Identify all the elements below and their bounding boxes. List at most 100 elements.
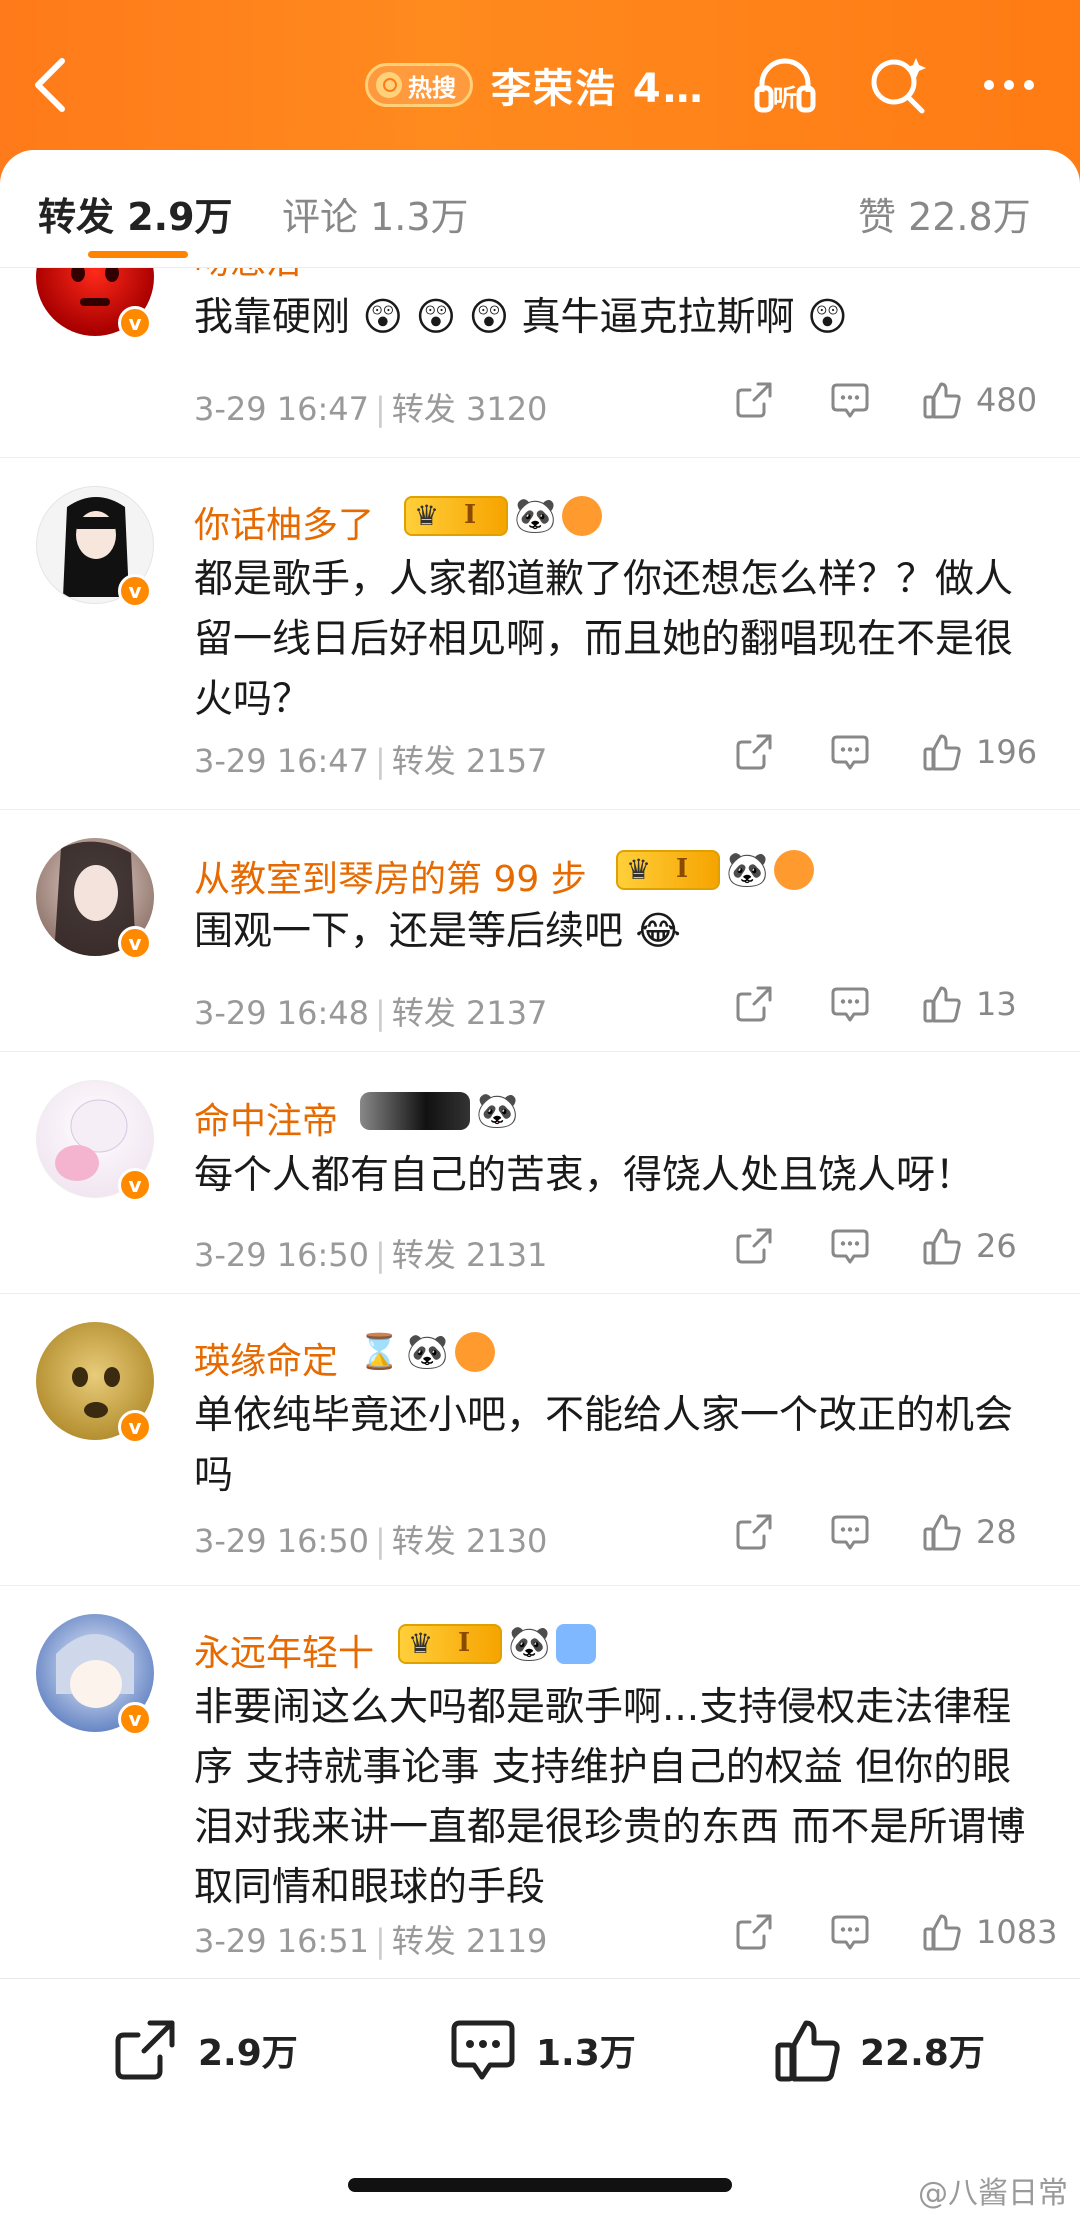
panda-icon: 🐼 (726, 850, 769, 890)
post-meta: 3-29 16:47 | 转发 3120 (194, 390, 548, 428)
like-count: 13 (976, 985, 1017, 1023)
panda-icon: 🐼 (514, 496, 557, 536)
tab-comment[interactable]: 评论 1.3万 (282, 186, 469, 241)
fish-badge-icon (454, 1332, 495, 1372)
vip-crown-badge-icon (398, 1624, 502, 1664)
list-item: v 吻憋治 我靠硬刚 😲 😲 😲 真牛逼克拉斯啊 😲 3-29 16:47|转发… (0, 268, 1080, 458)
hourglass-icon: ⌛ (358, 1332, 401, 1372)
post-meta: 3-29 16:47 | 转发 2157 (194, 742, 548, 780)
repost-count: 转发 2137 (391, 994, 548, 1032)
comment-icon[interactable] (830, 1912, 870, 1956)
share-icon[interactable] (734, 1226, 774, 1270)
fish-badge-icon (562, 496, 603, 536)
share-icon[interactable] (734, 1512, 774, 1556)
comment-text: 每个人都有自己的苦衷，得饶人处且饶人呀！ (194, 1153, 975, 1198)
headphones-listen-icon[interactable]: 听 (752, 52, 818, 118)
comment-icon[interactable] (830, 1512, 870, 1556)
comment-text: 单依纯毕竟还小吧，不能给人家一个改正的机会吗 (194, 1393, 1014, 1498)
dark-wing-badge-icon (360, 1092, 470, 1130)
chevron-left-icon[interactable] (28, 55, 76, 115)
repost-count: 转发 2119 (391, 1922, 548, 1960)
comment-icon[interactable] (830, 380, 870, 424)
user-badges: 🐼 (360, 1092, 518, 1130)
username[interactable]: 永远年轻十 (194, 1624, 374, 1676)
username[interactable]: 吻憋治 (194, 268, 302, 284)
like-count: 26 (976, 1227, 1017, 1265)
timestamp: 3-29 16:47 (194, 742, 370, 780)
like-action[interactable]: 28 (922, 1512, 1017, 1552)
post-meta: 3-29 16:50 | 转发 2130 (194, 1522, 548, 1560)
repost-count: 转发 2131 (391, 1236, 548, 1274)
like-button[interactable]: 22.8万 (772, 2015, 985, 2085)
repost-count: 转发 3120 (391, 390, 548, 428)
comment-text: 围观一下，还是等后续吧 😂 (194, 909, 681, 954)
search-sparkle-icon[interactable] (866, 52, 932, 118)
comment-button[interactable]: 1.3万 (448, 2015, 636, 2085)
share-icon[interactable] (734, 732, 774, 776)
like-count: 22.8万 (860, 2033, 985, 2074)
user-badges: 🐼 (398, 1624, 597, 1664)
timestamp: 3-29 16:51 (194, 1922, 370, 1960)
username[interactable]: 你话柚多了 (194, 496, 374, 548)
post-meta: 3-29 16:48 | 转发 2137 (194, 994, 548, 1032)
tab-bar: 转发 2.9万 评论 1.3万 赞 22.8万 (0, 150, 1080, 268)
hot-topic[interactable]: 热搜 李荣浩 4… (365, 58, 705, 112)
comment-text: 都是歌手，人家都道歉了你还想怎么样？？做人留一线日后好相见啊，而且她的翻唱现在不… (194, 557, 1014, 722)
watermark: @八酱日常 (918, 2176, 1068, 2211)
username[interactable]: 命中注帝 (194, 1092, 338, 1144)
vip-crown-badge-icon (404, 496, 508, 536)
user-badges: 🐼 (404, 496, 603, 536)
timestamp: 3-29 16:50 (194, 1522, 370, 1560)
repost-button[interactable]: 2.9万 (110, 2015, 298, 2085)
list-item: v 永远年轻十 🐼 非要闹这么大吗都是歌手啊...支持侵权走法律程序 支持就事论… (0, 1586, 1080, 1978)
topic-title: 李荣浩 4… (491, 66, 705, 112)
repost-list[interactable]: v 吻憋治 我靠硬刚 😲 😲 😲 真牛逼克拉斯啊 😲 3-29 16:47|转发… (0, 268, 1080, 1978)
like-count: 28 (976, 1513, 1017, 1551)
home-indicator[interactable] (348, 2178, 732, 2192)
comment-icon[interactable] (830, 732, 870, 776)
share-icon[interactable] (734, 380, 774, 424)
comment-text: 我靠硬刚 😲 😲 😲 真牛逼克拉斯啊 😲 (194, 295, 848, 340)
verified-badge-icon: v (118, 1410, 152, 1444)
fish-badge-icon (774, 850, 815, 890)
comment-icon[interactable] (830, 1226, 870, 1270)
panda-icon: 🐼 (508, 1624, 551, 1664)
like-action[interactable]: 480 (922, 380, 1037, 420)
post-meta: 3-29 16:51 | 转发 2119 (194, 1922, 548, 1960)
comment-bubble-icon (451, 2020, 515, 2080)
more-dots-icon[interactable] (976, 52, 1042, 118)
timestamp: 3-29 16:47 (194, 390, 370, 428)
username[interactable]: 瑛缘命定 (194, 1332, 338, 1384)
verified-badge-icon: v (118, 574, 152, 608)
repost-count: 转发 2130 (391, 1522, 548, 1560)
share-icon[interactable] (734, 1912, 774, 1956)
vip-crown-badge-icon (616, 850, 720, 890)
thumbs-up-icon (775, 2020, 840, 2082)
username[interactable]: 从教室到琴房的第 99 步 (194, 850, 587, 902)
like-action[interactable]: 13 (922, 984, 1017, 1024)
repost-count: 2.9万 (198, 2033, 298, 2074)
verified-badge-icon: v (118, 1168, 152, 1202)
share-icon[interactable] (734, 984, 774, 1028)
tab-repost[interactable]: 转发 2.9万 (38, 186, 233, 241)
list-item: v 从教室到琴房的第 99 步 🐼 围观一下，还是等后续吧 😂 3-29 16:… (0, 810, 1080, 1052)
verified-badge-icon: v (118, 926, 152, 960)
verified-badge-icon: v (118, 1702, 152, 1736)
active-tab-indicator (88, 251, 188, 258)
tab-like[interactable]: 赞 22.8万 (858, 186, 1031, 241)
post-meta: 3-29 16:50 | 转发 2131 (194, 1236, 548, 1274)
hot-search-badge: 热搜 (365, 63, 473, 107)
like-count: 480 (976, 381, 1038, 419)
list-item: v 你话柚多了 🐼 都是歌手，人家都道歉了你还想怎么样？？做人留一线日后好相见啊… (0, 458, 1080, 810)
timestamp: 3-29 16:50 (194, 1236, 370, 1274)
wave-badge-icon (556, 1624, 597, 1664)
comment-icon[interactable] (830, 984, 870, 1028)
like-action[interactable]: 1083 (922, 1912, 1057, 1952)
user-badges: ⌛ 🐼 (358, 1332, 495, 1372)
panda-icon: 🐼 (476, 1091, 519, 1131)
listen-label: 听 (773, 84, 797, 112)
list-item: v 瑛缘命定 ⌛ 🐼 单依纯毕竟还小吧，不能给人家一个改正的机会吗 3-29 1… (0, 1294, 1080, 1586)
repost-count: 转发 2157 (391, 742, 548, 780)
like-action[interactable]: 196 (922, 732, 1037, 772)
like-action[interactable]: 26 (922, 1226, 1017, 1266)
